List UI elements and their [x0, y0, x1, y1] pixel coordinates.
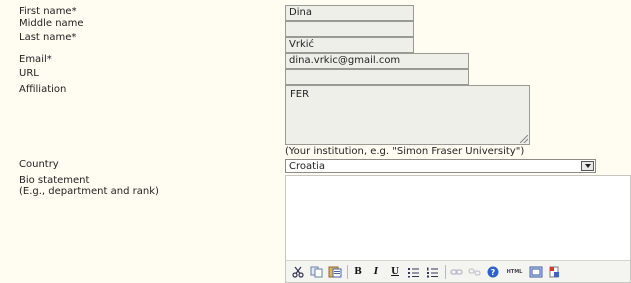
last-name-label: Last name*: [19, 32, 77, 43]
fullscreen-icon[interactable]: [529, 266, 543, 278]
first-name-input[interactable]: Dina: [285, 5, 414, 21]
italic-icon[interactable]: I: [370, 266, 382, 278]
paste-icon[interactable]: [548, 266, 561, 278]
affiliation-label: Affiliation: [19, 84, 67, 95]
affiliation-value: FER: [290, 89, 310, 100]
unlink-icon[interactable]: [468, 266, 481, 278]
email-label: Email*: [19, 54, 52, 65]
html-icon[interactable]: HTML: [505, 266, 524, 278]
affiliation-hint: (Your institution, e.g. "Simon Fraser Un…: [285, 146, 525, 157]
chevron-down-icon[interactable]: [581, 161, 594, 171]
cut-icon[interactable]: [292, 266, 304, 278]
help-icon[interactable]: ?: [487, 266, 500, 278]
affiliation-textarea[interactable]: FER: [285, 85, 530, 145]
toolbar-separator: [445, 265, 446, 279]
toolbar-separator: [347, 265, 348, 279]
link-icon[interactable]: [450, 266, 463, 278]
underline-icon[interactable]: U: [389, 266, 401, 278]
editor-toolbar: B I U ? HTML: [286, 260, 630, 282]
email-input[interactable]: dina.vrkic@gmail.com: [285, 53, 469, 69]
middle-name-input[interactable]: [285, 21, 414, 37]
resize-grip-icon[interactable]: [520, 135, 528, 143]
copy-icon[interactable]: [310, 266, 323, 278]
bullet-list-icon[interactable]: [407, 266, 420, 278]
first-name-label: First name*: [19, 6, 77, 17]
middle-name-label: Middle name: [19, 18, 84, 29]
country-selected-value: Croatia: [289, 161, 325, 172]
country-select[interactable]: Croatia: [285, 159, 596, 173]
paste-word-icon[interactable]: [328, 266, 342, 278]
url-label: URL: [19, 68, 39, 79]
bio-label: Bio statement: [19, 175, 90, 186]
bold-icon[interactable]: B: [352, 266, 364, 278]
country-label: Country: [19, 159, 59, 170]
url-input[interactable]: [285, 69, 469, 85]
bio-editor[interactable]: B I U ? HTML: [285, 175, 631, 283]
last-name-input[interactable]: Vrkić: [285, 37, 414, 53]
svg-text:?: ?: [491, 268, 496, 277]
numbered-list-icon[interactable]: [426, 266, 439, 278]
bio-hint: (E.g., department and rank): [19, 186, 159, 197]
